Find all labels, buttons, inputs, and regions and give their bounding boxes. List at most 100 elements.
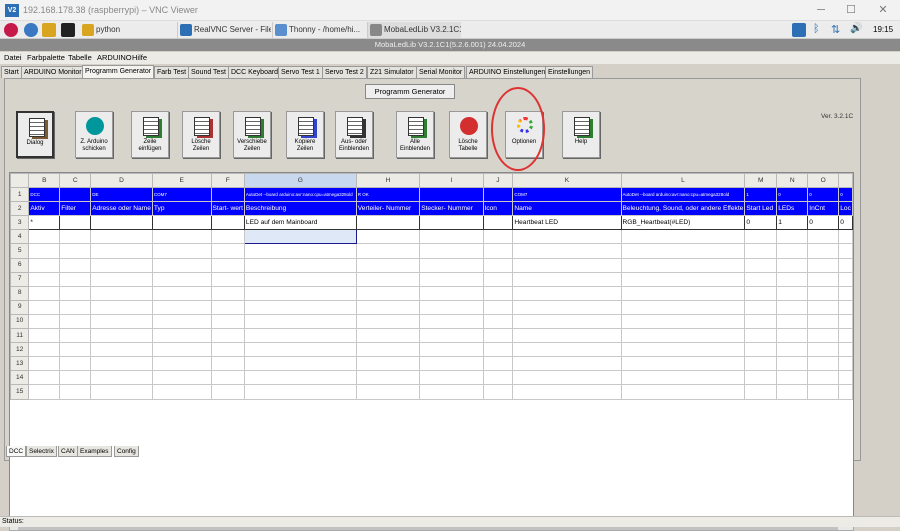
grid-cell[interactable] xyxy=(59,384,92,400)
tab-start[interactable]: Start xyxy=(1,66,22,78)
grid-cell[interactable] xyxy=(210,187,245,203)
grid-cell[interactable] xyxy=(776,342,809,358)
grid-cell[interactable] xyxy=(90,384,153,400)
row-number[interactable]: 8 xyxy=(10,285,30,301)
grid-cell[interactable]: LED auf dem Mainboard xyxy=(243,215,357,231)
grid-cell[interactable] xyxy=(776,285,809,301)
menu-farbpalette[interactable]: Farbpalette xyxy=(27,53,65,62)
grid-cell[interactable] xyxy=(744,229,778,245)
tab-programm-generator[interactable]: Programm Generator xyxy=(82,65,155,78)
grid-cell[interactable] xyxy=(28,342,61,358)
vnc-icon[interactable] xyxy=(792,23,806,37)
grid-cell[interactable] xyxy=(482,229,514,245)
row-number[interactable]: 5 xyxy=(10,243,30,259)
grid-cell[interactable] xyxy=(482,299,514,315)
grid-cell[interactable] xyxy=(151,384,212,400)
grid-cell[interactable] xyxy=(838,356,853,372)
grid-cell[interactable] xyxy=(807,257,840,273)
grid-cell[interactable] xyxy=(838,229,853,245)
grid-cell[interactable] xyxy=(482,271,514,287)
column-header[interactable]: C xyxy=(59,173,92,189)
grid-cell[interactable] xyxy=(838,299,853,315)
grid-cell[interactable] xyxy=(151,285,212,301)
grid-cell[interactable] xyxy=(838,285,853,301)
grid-cell[interactable]: 0 xyxy=(838,187,853,203)
grid-cell[interactable] xyxy=(210,328,245,344)
grid-cell[interactable]: 0 xyxy=(744,215,778,231)
grid-cell[interactable] xyxy=(482,285,514,301)
grid-cell[interactable]: 1 xyxy=(744,187,778,203)
row-number[interactable]: 7 xyxy=(10,271,30,287)
taskbar-task-realvnc[interactable]: RealVNC Server - File... xyxy=(177,22,271,38)
grid-cell[interactable] xyxy=(355,271,421,287)
grid-cell[interactable] xyxy=(419,328,484,344)
grid-cell[interactable] xyxy=(90,356,153,372)
column-header[interactable]: J xyxy=(482,173,514,189)
grid-cell[interactable]: Loc xyxy=(838,201,853,217)
tab-dcc-keyboard[interactable]: DCC Keyboard xyxy=(228,66,282,78)
grid-cell[interactable]: 0 xyxy=(807,215,840,231)
grid-cell[interactable] xyxy=(744,328,778,344)
grid-cell[interactable] xyxy=(838,328,853,344)
column-header[interactable]: D xyxy=(90,173,153,189)
grid-cell[interactable] xyxy=(28,229,61,245)
grid-cell[interactable] xyxy=(210,299,245,315)
taskbar-python-folder[interactable]: python xyxy=(80,22,152,38)
delete-rows-button[interactable]: Lösche Zeilen xyxy=(182,111,220,158)
grid-cell[interactable] xyxy=(210,384,245,400)
grid-cell[interactable] xyxy=(419,313,484,330)
grid-cell[interactable] xyxy=(28,370,61,386)
grid-cell[interactable] xyxy=(620,356,746,372)
grid-cell[interactable] xyxy=(355,370,421,386)
grid-cell[interactable] xyxy=(210,356,245,372)
grid-cell[interactable] xyxy=(243,243,357,259)
grid-cell[interactable] xyxy=(776,271,809,287)
grid-cell[interactable] xyxy=(151,215,212,231)
grid-cell[interactable] xyxy=(419,370,484,386)
grid-cell[interactable] xyxy=(744,370,778,386)
grid-cell[interactable] xyxy=(419,215,484,231)
grid-cell[interactable] xyxy=(512,229,622,245)
tab-arduino-einstellungen[interactable]: ARDUINO Einstellungen xyxy=(466,66,549,78)
grid-cell[interactable] xyxy=(419,271,484,287)
grid-cell[interactable] xyxy=(744,299,778,315)
sheet-tab-dcc[interactable]: DCC xyxy=(6,446,27,457)
grid-cell[interactable] xyxy=(210,271,245,287)
grid-cell[interactable] xyxy=(28,356,61,372)
grid-cell[interactable] xyxy=(59,370,92,386)
grid-cell[interactable] xyxy=(90,243,153,259)
sheet-tab-examples[interactable]: Examples xyxy=(77,446,112,457)
delete-table-button[interactable]: Lösche Tabelle xyxy=(449,111,487,158)
grid-cell[interactable]: Heartbeat LED xyxy=(512,215,622,231)
grid-cell[interactable] xyxy=(151,313,212,330)
grid-cell[interactable] xyxy=(151,356,212,372)
grid-cell[interactable] xyxy=(151,243,212,259)
grid-cell[interactable] xyxy=(59,243,92,259)
grid-cell[interactable] xyxy=(355,229,421,245)
grid-cell[interactable] xyxy=(355,215,421,231)
grid-cell[interactable] xyxy=(243,257,357,273)
grid-cell[interactable]: DE xyxy=(90,187,153,203)
grid-cell[interactable] xyxy=(620,328,746,344)
grid-cell[interactable] xyxy=(620,313,746,330)
column-header[interactable]: G xyxy=(243,173,357,189)
row-number[interactable]: 1 xyxy=(10,187,30,203)
grid-cell[interactable]: COM7 xyxy=(512,187,622,203)
column-header[interactable] xyxy=(10,173,30,189)
grid-cell[interactable] xyxy=(419,187,484,203)
grid-cell[interactable] xyxy=(151,229,212,245)
grid-cell[interactable] xyxy=(90,271,153,287)
selected-cell[interactable] xyxy=(243,229,357,245)
row-number[interactable]: 12 xyxy=(10,342,30,358)
grid-cell[interactable] xyxy=(355,342,421,358)
grid-cell[interactable] xyxy=(419,229,484,245)
grid-cell[interactable] xyxy=(482,187,514,203)
grid-cell[interactable] xyxy=(355,328,421,344)
grid-cell[interactable] xyxy=(243,370,357,386)
grid-cell[interactable] xyxy=(482,243,514,259)
grid-cell[interactable] xyxy=(807,328,840,344)
grid-cell[interactable] xyxy=(620,370,746,386)
grid-cell[interactable]: 0 xyxy=(807,187,840,203)
column-header[interactable] xyxy=(838,173,853,189)
grid-cell[interactable] xyxy=(355,313,421,330)
